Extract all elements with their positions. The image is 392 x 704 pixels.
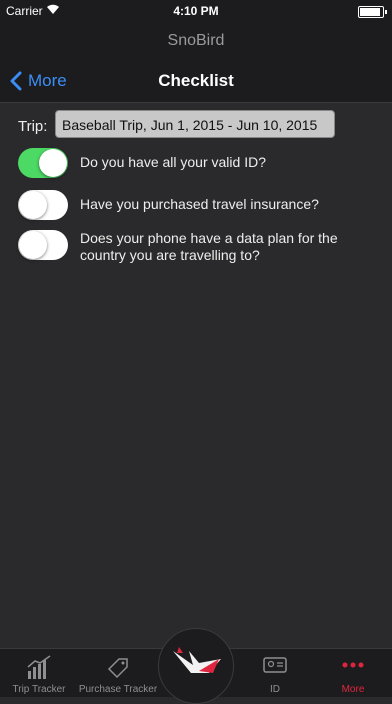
valid-id-toggle[interactable]: [18, 148, 68, 178]
trip-label: Trip:: [18, 118, 48, 135]
tab-id[interactable]: ID: [236, 649, 314, 697]
back-button-label: More: [28, 71, 67, 90]
checklist-item-text: Have you purchased travel insurance?: [80, 196, 319, 212]
snobird-home-button[interactable]: [158, 628, 234, 704]
back-button[interactable]: More: [10, 60, 67, 102]
chevron-left-icon: [10, 71, 22, 91]
more-dots-icon: [342, 662, 364, 668]
tab-label: More: [341, 684, 365, 695]
tab-purchase-tracker[interactable]: Purchase Tracker: [78, 649, 158, 697]
trip-selector[interactable]: Baseball Trip, Jun 1, 2015 - Jun 10, 201…: [55, 110, 335, 138]
travel-insurance-toggle[interactable]: [18, 190, 68, 220]
checklist-item-text: Do you have all your valid ID?: [80, 154, 266, 170]
tab-label: Trip Tracker: [12, 684, 66, 695]
app-header: SnoBird: [0, 22, 392, 60]
checklist-item-text: Does your phone have a data plan for the…: [80, 230, 338, 263]
tab-trip-tracker[interactable]: Trip Tracker: [0, 649, 78, 697]
chart-icon: [27, 655, 51, 679]
data-plan-toggle[interactable]: [18, 230, 68, 260]
tab-more[interactable]: More: [314, 649, 392, 697]
id-card-icon: [263, 657, 287, 673]
tab-label: ID: [270, 684, 280, 695]
status-bar: Carrier 4:10 PM: [0, 0, 392, 22]
status-time: 4:10 PM: [173, 4, 219, 18]
price-tag-icon: [107, 658, 128, 679]
navigation-bar: Checklist More: [0, 60, 392, 103]
app-title: SnoBird: [167, 32, 225, 49]
tab-label: Purchase Tracker: [78, 684, 158, 695]
battery-icon: [358, 6, 387, 18]
snobird-logo-icon: [173, 647, 221, 673]
